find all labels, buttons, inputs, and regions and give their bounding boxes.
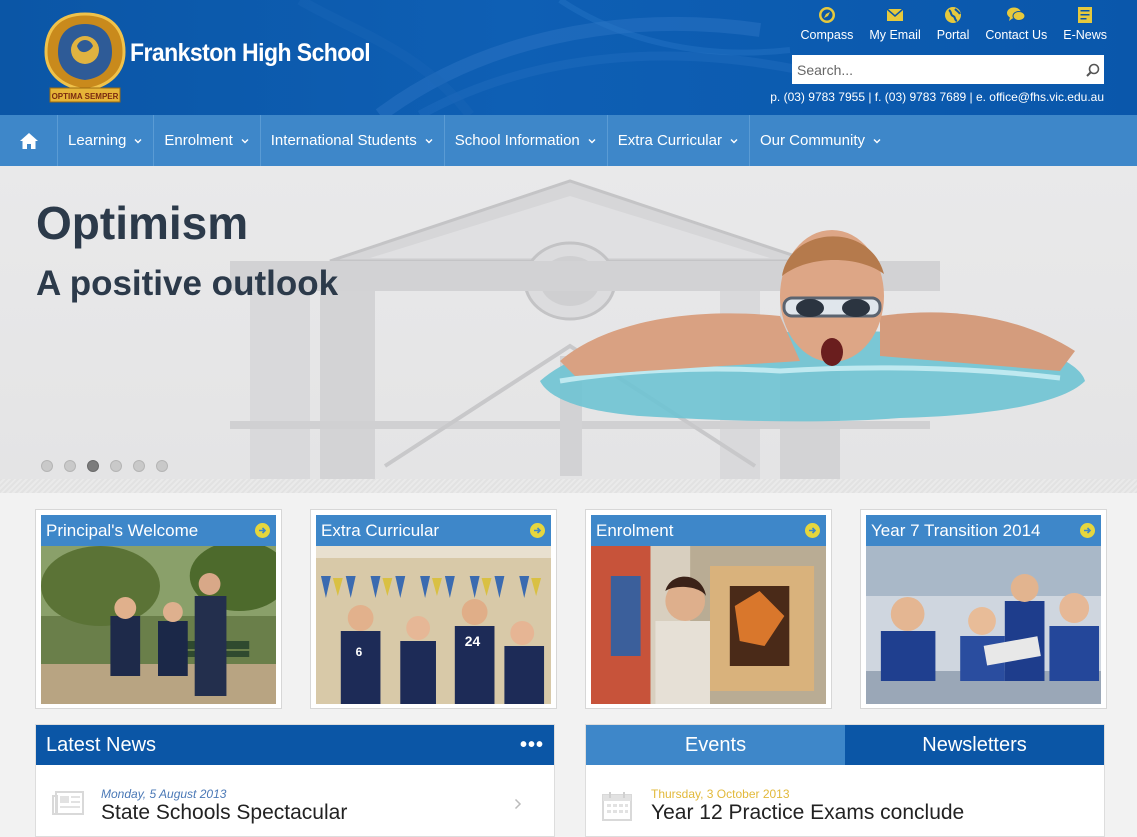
quick-link-label: Compass [800, 28, 854, 42]
tile-extra-curricular[interactable]: Extra Curricular 6 24 [310, 509, 557, 709]
more-options-button[interactable]: ••• [520, 734, 544, 757]
quick-link-e-news[interactable]: E-News [1063, 4, 1107, 42]
nav-item-label: Learning [68, 132, 127, 149]
news-date: Monday, 5 August 2013 [101, 787, 227, 801]
chevron-down-icon [240, 136, 250, 146]
chat-bubbles-icon [1006, 4, 1026, 26]
tile-principals-welcome[interactable]: Principal's Welcome [35, 509, 289, 709]
tile-image-principal-students [41, 541, 289, 704]
chevron-down-icon [587, 136, 597, 146]
latest-news-title: Latest News [46, 733, 157, 756]
chevron-down-icon [729, 136, 739, 146]
tile-header: Year 7 Transition 2014 [866, 515, 1101, 546]
latest-news-panel: Latest News ••• Monday, 5 August 2013 St… [35, 724, 555, 837]
svg-text:24: 24 [465, 633, 481, 649]
slide-dot-1[interactable] [41, 460, 53, 472]
tile-title: Enrolment [596, 520, 674, 540]
tile-header: Enrolment [591, 515, 826, 546]
tile-header: Extra Curricular [316, 515, 551, 546]
tile-enrolment[interactable]: Enrolment [585, 509, 832, 709]
quick-links: Compass My Email Portal Contact Us E-New… [785, 4, 1107, 42]
nav-item-our-community[interactable]: Our Community [750, 115, 892, 166]
nav-item-international-students[interactable]: International Students [261, 115, 445, 166]
tile-title: Year 7 Transition 2014 [871, 520, 1041, 540]
search-box [792, 55, 1104, 84]
contact-details: p. (03) 9783 7955 | f. (03) 9783 7689 | … [770, 90, 1104, 104]
quick-link-compass[interactable]: Compass [800, 4, 854, 42]
slide-dot-6[interactable] [156, 460, 168, 472]
tile-year-7-transition[interactable]: Year 7 Transition 2014 [860, 509, 1107, 709]
quick-link-contact-us[interactable]: Contact Us [985, 4, 1047, 42]
home-icon [19, 132, 38, 149]
logo-motto: OPTIMA SEMPER [52, 92, 119, 101]
tile-image-art-student [591, 546, 826, 704]
quick-link-my-email[interactable]: My Email [869, 4, 921, 42]
hero-slider[interactable]: Optimism A positive outlook [0, 166, 1137, 479]
event-title[interactable]: Year 12 Practice Exams conclude [651, 801, 964, 825]
nav-item-label: Extra Curricular [617, 132, 722, 149]
arrow-right-circle-icon [1080, 523, 1095, 538]
globe-icon [943, 4, 963, 26]
arrow-right-circle-icon [530, 523, 545, 538]
nav-item-learning[interactable]: Learning [58, 115, 155, 166]
slide-dot-4[interactable] [110, 460, 122, 472]
hero-title: Optimism [36, 197, 249, 249]
compass-icon [817, 4, 837, 26]
search-input[interactable] [792, 55, 1082, 84]
event-date: Thursday, 3 October 2013 [651, 787, 790, 801]
tab-newsletters[interactable]: Newsletters [845, 725, 1104, 765]
tile-title: Extra Curricular [321, 520, 440, 540]
quick-link-portal[interactable]: Portal [936, 4, 970, 42]
arrow-right-circle-icon [255, 523, 270, 538]
quick-link-label: My Email [869, 28, 921, 42]
tile-header: Principal's Welcome [41, 515, 276, 546]
newsletter-icon [1075, 4, 1095, 26]
tile-title: Principal's Welcome [46, 520, 199, 540]
chevron-down-icon [133, 136, 143, 146]
chevron-down-icon [872, 136, 882, 146]
quick-link-label: E-News [1063, 28, 1107, 42]
event-list-item[interactable]: Thursday, 3 October 2013 Year 12 Practic… [586, 765, 1104, 837]
tile-image-basketball-team: 6 24 [316, 546, 551, 704]
events-newsletters-panel: Events Newsletters Thursday, 3 October 2… [585, 724, 1105, 837]
main-navigation: Learning Enrolment International Student… [0, 115, 1137, 166]
nav-item-label: Our Community [759, 132, 865, 149]
site-header: OPTIMA SEMPER Frankston High School Comp… [0, 0, 1137, 115]
tab-events[interactable]: Events [586, 725, 845, 765]
chevron-down-icon [424, 136, 434, 146]
news-list-item[interactable]: Monday, 5 August 2013 State Schools Spec… [36, 765, 554, 837]
news-title[interactable]: State Schools Spectacular [101, 801, 347, 825]
hero-divider-strip [0, 479, 1137, 493]
newspaper-icon [52, 791, 84, 820]
nav-item-school-information[interactable]: School Information [445, 115, 608, 166]
latest-news-header: Latest News ••• [36, 725, 554, 765]
quick-link-label: Contact Us [985, 28, 1048, 42]
svg-text:6: 6 [356, 645, 363, 659]
quick-link-label: Portal [936, 28, 970, 42]
nav-item-label: Enrolment [164, 132, 233, 149]
slide-dot-2[interactable] [64, 460, 76, 472]
arrow-right-circle-icon [805, 523, 820, 538]
nav-item-label: School Information [454, 132, 580, 149]
nav-item-enrolment[interactable]: Enrolment [154, 115, 261, 166]
nav-home-button[interactable] [0, 115, 58, 166]
nav-item-label: International Students [270, 132, 417, 149]
hero-subtitle: A positive outlook [36, 264, 339, 303]
search-icon[interactable] [1082, 59, 1104, 81]
calendar-icon [602, 791, 632, 826]
slider-pagination [41, 460, 179, 472]
slide-dot-5[interactable] [133, 460, 145, 472]
events-tabs: Events Newsletters [586, 725, 1104, 765]
nav-item-extra-curricular[interactable]: Extra Curricular [608, 115, 750, 166]
tile-image-year7-students [866, 546, 1101, 704]
school-crest-logo[interactable]: OPTIMA SEMPER [40, 10, 130, 106]
envelope-icon [885, 4, 905, 26]
school-name[interactable]: Frankston High School [130, 39, 371, 68]
chevron-right-icon [514, 797, 522, 815]
slide-dot-3[interactable] [87, 460, 99, 472]
